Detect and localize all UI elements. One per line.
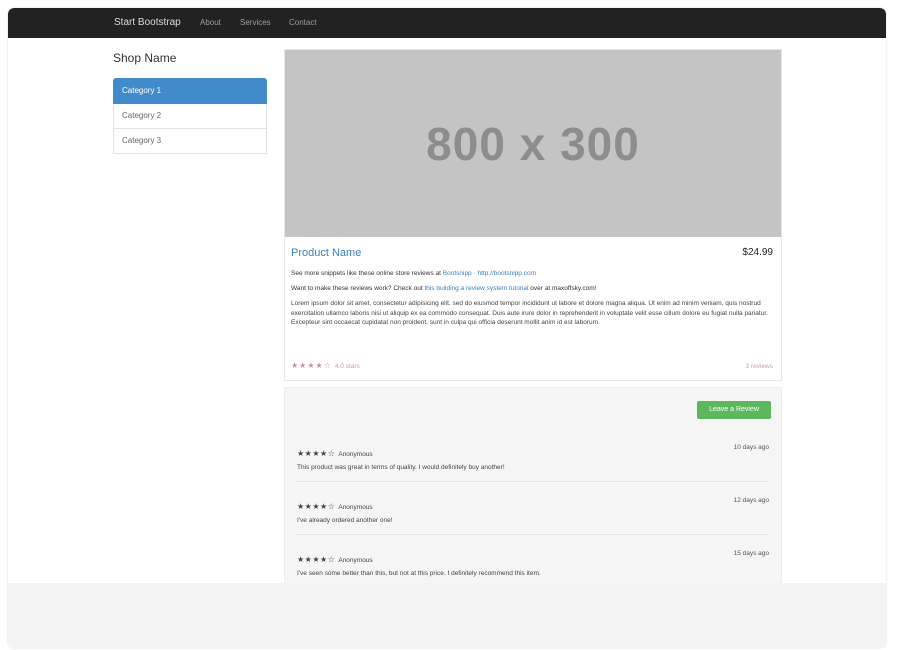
product-rating: ★★★★☆ 4.0 stars — [291, 361, 360, 370]
placeholder-dimensions-text: 800 x 300 — [426, 117, 640, 170]
reviews-panel: Leave a Review ★★★★☆ Anonymous 10 days ag… — [284, 387, 782, 588]
rating-text: 4.0 stars — [334, 363, 360, 370]
snippets-note-text: See more snippets like these online stor… — [291, 270, 441, 277]
product-panel: 800 x 300 Product Name $24.99 See more s… — [284, 49, 782, 381]
review-text: I've already ordered another one! — [297, 517, 393, 524]
review-author: Anonymous — [338, 557, 373, 564]
reviews-count: 3 reviews — [745, 363, 773, 370]
review-stars-icon: ★★★★☆ — [297, 502, 336, 511]
navbar-brand[interactable]: Start Bootstrap — [114, 17, 181, 28]
rating-stars-icon: ★★★★☆ — [291, 361, 332, 370]
review-time: 15 days ago — [733, 550, 769, 557]
product-description: Lorem ipsum dolor sit amet, consectetur … — [291, 300, 768, 326]
review-stars-icon: ★★★★☆ — [297, 449, 336, 458]
leave-review-button[interactable]: Leave a Review — [697, 401, 771, 419]
review-text: I've seen some better than this, but not… — [297, 570, 541, 577]
product-image-placeholder: 800 x 300 — [285, 50, 781, 237]
nav-link-contact[interactable]: Contact — [289, 18, 317, 27]
category-list: Category 1 Category 2 Category 3 — [113, 78, 267, 154]
browser-window: Start Bootstrap About Services Contact S… — [8, 8, 886, 648]
sidebar-item-category-1[interactable]: Category 1 — [113, 78, 267, 104]
shop-name-heading: Shop Name — [113, 51, 177, 65]
tutorial-note-text: Want to make these reviews work? Check o… — [291, 285, 423, 292]
tutorial-link[interactable]: this building a review system tutorial — [424, 285, 528, 292]
product-name-link[interactable]: Product Name — [291, 247, 361, 259]
sidebar-item-category-2[interactable]: Category 2 — [113, 104, 267, 129]
review-author: Anonymous — [338, 451, 373, 458]
navbar: Start Bootstrap About Services Contact — [8, 8, 886, 38]
snippets-note: See more snippets like these online stor… — [291, 270, 536, 277]
review-divider — [297, 481, 769, 482]
tutorial-note: Want to make these reviews work? Check o… — [291, 285, 597, 292]
tutorial-note-suffix: over at maxoffsky.com! — [530, 285, 597, 292]
review-time: 12 days ago — [733, 497, 769, 504]
bootsnipp-link[interactable]: Bootsnipp - http://bootsnipp.com — [443, 270, 536, 277]
review-text: This product was great in terms of quali… — [297, 464, 505, 471]
review-item: ★★★★☆ Anonymous 12 days ago I've already … — [297, 496, 769, 524]
nav-link-services[interactable]: Services — [240, 18, 271, 27]
review-time: 10 days ago — [733, 444, 769, 451]
review-divider — [297, 534, 769, 535]
review-item: ★★★★☆ Anonymous 10 days ago This product … — [297, 443, 769, 471]
review-author: Anonymous — [338, 504, 373, 511]
review-item: ★★★★☆ Anonymous 15 days ago I've seen som… — [297, 549, 769, 577]
review-stars-icon: ★★★★☆ — [297, 555, 336, 564]
footer-area — [8, 583, 886, 648]
sidebar-item-category-3[interactable]: Category 3 — [113, 129, 267, 154]
product-price: $24.99 — [742, 247, 773, 258]
nav-link-about[interactable]: About — [200, 18, 221, 27]
